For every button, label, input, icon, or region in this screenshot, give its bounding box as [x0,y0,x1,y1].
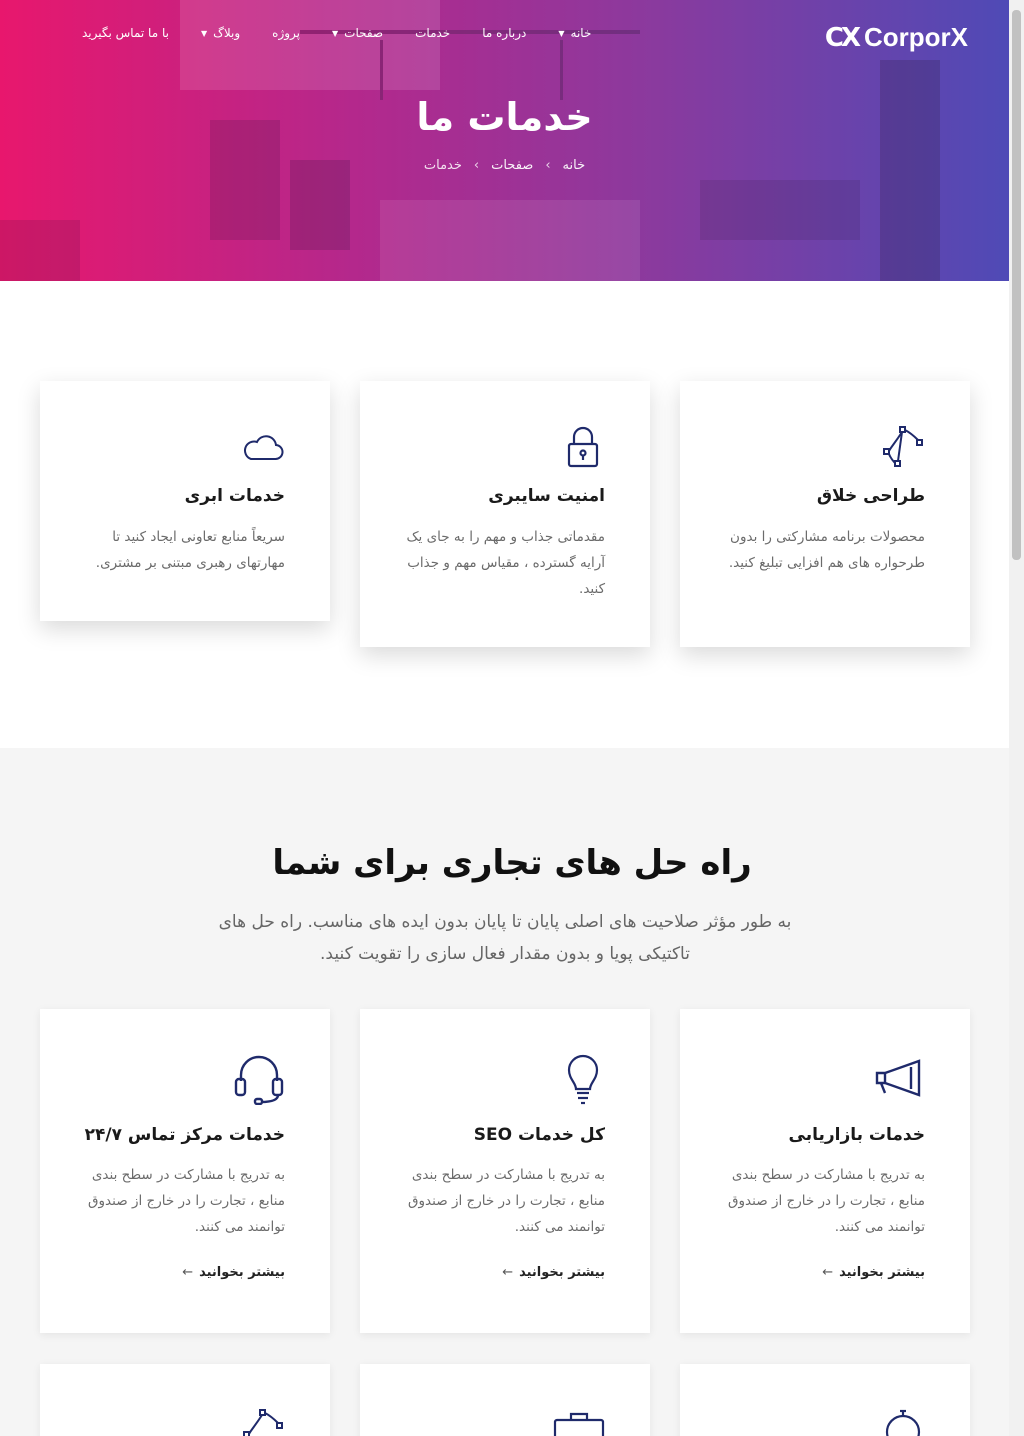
arrow-left-icon: ← [822,1265,834,1280]
nav-item-label: خدمات [415,26,451,40]
read-more-link[interactable]: بیشتر بخوانید ← [502,1265,605,1280]
nav-item-label: با ما تماس بگیرید [82,26,169,40]
card-title: کل خدمات SEO [473,1125,605,1145]
pen-tool-icon [883,426,923,467]
chevron-left-icon: › [545,158,551,173]
page-scrollbar[interactable] [1009,0,1024,1436]
nav-item-label: وبلاگ [213,26,241,40]
nav-item-home[interactable]: خانه ▼ [558,26,591,40]
nav-item-label: صفحات [344,26,384,40]
read-more-link[interactable]: بیشتر بخوانید ← [182,1265,285,1280]
arrow-left-icon: ← [502,1265,514,1280]
card-title: خدمات مرکز تماس ۲۴/۷ [84,1125,285,1145]
solution-card-partial[interactable] [680,1364,970,1436]
read-more-label: بیشتر بخوانید [519,1265,605,1280]
lightbulb-icon [567,1054,599,1105]
stopwatch-icon [885,1409,921,1436]
logo-text: CorporX [864,22,968,52]
nav-item-label: درباره ما [482,26,527,40]
solution-card-partial[interactable] [40,1364,330,1436]
read-more-link[interactable]: بیشتر بخوانید ← [822,1265,925,1280]
cloud-icon [244,435,284,460]
lock-icon [567,426,599,468]
breadcrumb-pages[interactable]: صفحات [491,158,533,173]
service-card-cyber-security[interactable]: امنیت سایبری مقدماتی جذاب و مهم را به جا… [360,381,650,647]
solution-card-partial[interactable] [360,1364,650,1436]
brand-logo[interactable]: CX CorporX [825,22,968,53]
card-title: امنیت سایبری [488,486,605,506]
headset-icon [234,1055,284,1105]
nav-item-contact[interactable]: با ما تماس بگیرید [82,26,169,40]
nav-item-label: خانه [570,26,592,40]
card-description: به تدریج با مشارکت در سطح بندی منابع ، ت… [408,1167,605,1235]
service-card-cloud[interactable]: خدمات ابری سریعاً منابع تعاونی ایجاد کنی… [40,381,330,621]
nav-item-blog[interactable]: وبلاگ ▼ [201,26,240,40]
briefcase-icon [553,1412,605,1436]
breadcrumb-home[interactable]: خانه [563,158,586,173]
card-title: طراحی خلاق [816,486,925,506]
main-menu: خانه ▼ درباره ما خدمات صفحات ▼ پروژه وبل… [50,26,591,40]
top-navbar: CX CorporX خانه ▼ درباره ما خدمات صفحات … [0,0,1009,70]
breadcrumb: خانه › صفحات › خدمات [0,158,1009,173]
section-title: راه حل های تجاری برای شما [272,843,752,883]
card-description: به تدریج با مشارکت در سطح بندی منابع ، ت… [88,1167,285,1235]
nav-item-services[interactable]: خدمات [415,26,450,40]
arrow-left-icon: ← [182,1265,194,1280]
read-more-label: بیشتر بخوانید [839,1265,925,1280]
pen-tool-icon [243,1409,283,1436]
card-description: به تدریج با مشارکت در سطح بندی منابع ، ت… [728,1167,925,1235]
logo-mark-icon: CX [824,22,861,53]
section-subtitle: به طور مؤثر صلاحیت های اصلی پایان تا پای… [218,912,792,964]
page-hero: CX CorporX خانه ▼ درباره ما خدمات صفحات … [0,0,1009,281]
caret-down-icon: ▼ [558,28,565,38]
service-card-creative-design[interactable]: طراحی خلاق محصولات برنامه مشارکتی را بدو… [680,381,970,647]
caret-down-icon: ▼ [200,28,208,38]
breadcrumb-current: خدمات [423,158,462,173]
page-title: خدمات ما [416,95,593,139]
solution-card-seo[interactable]: کل خدمات SEO به تدریج با مشارکت در سطح ب… [360,1009,650,1333]
card-description: مقدماتی جذاب و مهم را به جای یک آرایه گس… [406,529,605,597]
nav-item-projects[interactable]: پروژه [272,26,300,40]
read-more-label: بیشتر بخوانید [199,1265,285,1280]
card-description: محصولات برنامه مشارکتی را بدون طرحواره ه… [728,529,925,571]
nav-item-label: پروژه [272,26,300,40]
chevron-left-icon: › [473,158,480,173]
card-title: خدمات ابری [184,486,285,506]
solution-card-marketing[interactable]: خدمات بازاریابی به تدریج با مشارکت در سط… [680,1009,970,1333]
nav-item-pages[interactable]: صفحات ▼ [332,26,383,40]
card-title: خدمات بازاریابی [788,1125,926,1145]
caret-down-icon: ▼ [332,28,339,38]
scrollbar-thumb[interactable] [1012,10,1021,560]
card-description: سریعاً منابع تعاونی ایجاد کنید تا مهارته… [95,529,285,571]
nav-item-about[interactable]: درباره ما [482,26,526,40]
solution-card-call-center[interactable]: خدمات مرکز تماس ۲۴/۷ به تدریج با مشارکت … [40,1009,330,1333]
megaphone-icon [875,1059,921,1097]
